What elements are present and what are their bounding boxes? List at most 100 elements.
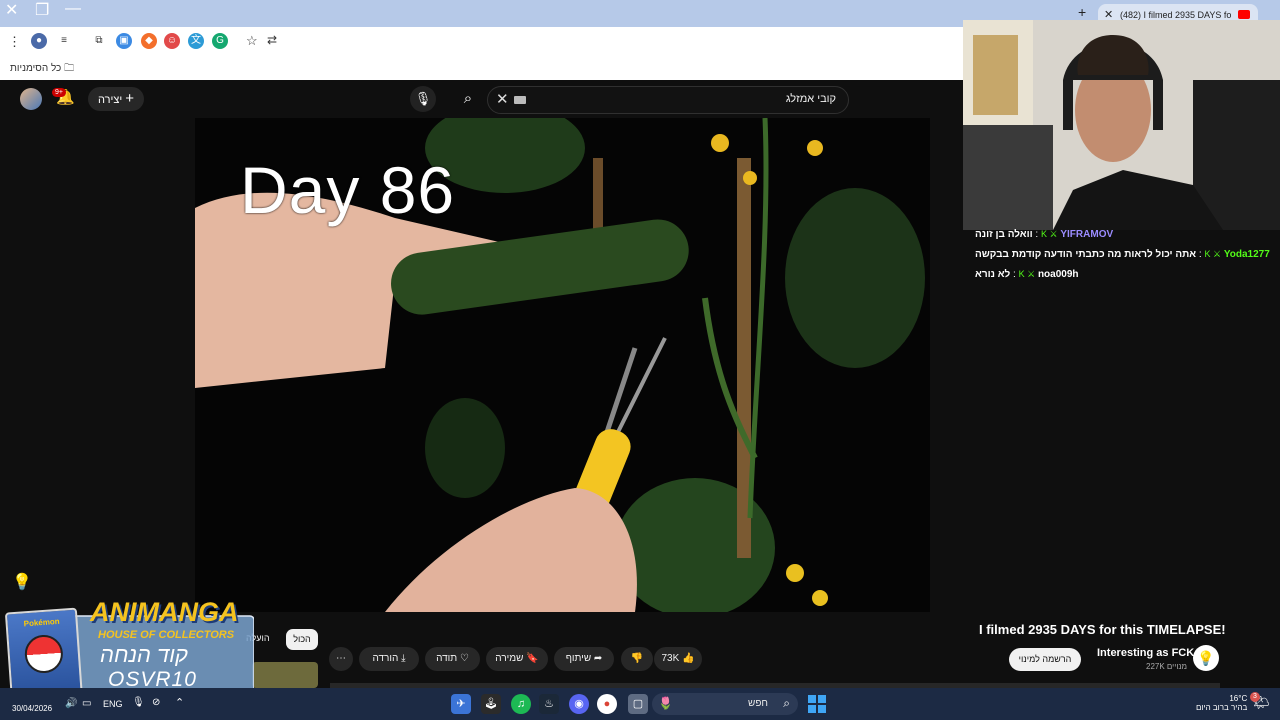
discount-code-label: קוד הנחה [100, 642, 188, 667]
chat-message: K ⚔ noa009h : לא נורא [975, 269, 1079, 280]
taskbar-task-view-icon[interactable]: ▢ [628, 694, 648, 714]
volume-icon[interactable]: 🔊 [65, 698, 77, 709]
all-bookmarks-link[interactable]: כל הסימניות 🗀 [10, 61, 74, 78]
bookmark-icon: 🔖 [526, 653, 539, 664]
chat-text: וואלה בן זונה [975, 229, 1033, 240]
windows-start-icon[interactable] [808, 695, 826, 713]
profile-avatar-icon[interactable]: ● [31, 33, 47, 49]
page-info-icon[interactable]: ⇄ [267, 33, 277, 47]
search-icon: ⌕ [463, 90, 473, 107]
chat-message: K ⚔ Yoda1277 : אתה יכול לראות מה כתבתי ה… [975, 249, 1270, 260]
weather-description: בהיר ברוב היום [1196, 703, 1248, 712]
stream-chat: K ⚔ YIFRAMOV : וואלה בן זונה K ⚔ Yoda127… [975, 224, 1275, 284]
keyboard-icon[interactable] [514, 96, 526, 104]
chat-text: אתה יכול לראות מה כתבתי הודעה קודמת בבקש… [975, 249, 1197, 260]
taskbar-search-input[interactable]: 🌷 חפש ⌕ [652, 693, 798, 715]
chevron-up-icon[interactable]: ⌃ [175, 696, 184, 709]
taskbar-app-spotify-icon[interactable]: ♫ [511, 694, 531, 714]
share-label: שיתוף [565, 653, 592, 664]
save-button[interactable]: שמירה 🔖 [486, 647, 548, 671]
extension-translate-icon[interactable]: 文 [188, 33, 204, 49]
subscribe-button[interactable]: הרשמה למינוי [1009, 648, 1081, 671]
download-label: הורדה [372, 653, 399, 664]
search-query: קובי אמזלג [785, 93, 836, 105]
chat-username: Yoda1277 [1223, 249, 1270, 260]
taskbar-app-joystick-icon[interactable]: 🕹 [481, 694, 501, 714]
video-overlay-text: Day 86 [240, 153, 456, 227]
recommended-thumbnail[interactable] [252, 662, 318, 688]
notifications-badge: 9+ [52, 88, 66, 97]
search-input[interactable]: ✕ קובי אמזלג [487, 86, 849, 114]
kick-badge-icon: K ⚔ [1204, 249, 1222, 259]
close-window-icon[interactable]: ✕ [5, 0, 18, 20]
extension-orange-icon[interactable]: ◆ [141, 33, 157, 49]
share-icon: ➦ [593, 653, 603, 664]
taskbar-date[interactable]: 30/04/2026 [12, 704, 52, 713]
taskbar-search-placeholder: חפש [748, 698, 768, 709]
create-button[interactable]: יצירה + [88, 87, 144, 111]
thanks-button[interactable]: תודה ♡ [425, 647, 480, 671]
avatar[interactable] [20, 88, 42, 110]
taskbar-app-telegram-icon[interactable]: ✈ [451, 694, 471, 714]
menu-kebab-icon[interactable]: ⋮ [8, 34, 21, 50]
thumbs-up-icon: 👍 [682, 653, 695, 664]
minimize-window-icon[interactable]: — [65, 0, 81, 18]
extensions-icon[interactable]: ⧉ [91, 33, 107, 49]
microphone-icon[interactable]: 🎙 [132, 697, 145, 708]
tulips-icon: 🌷 [658, 696, 673, 710]
channel-subscribers: 227K מנויים [1146, 662, 1188, 671]
download-button[interactable]: הורדה ⤓ [359, 647, 419, 671]
more-actions-button[interactable]: ⋯ [329, 647, 353, 671]
pokemon-card-label: Pokémon [23, 616, 60, 629]
kick-badge-icon: K ⚔ [1018, 269, 1036, 279]
lightbulb-icon: 💡 [1197, 650, 1215, 666]
taskbar-app-chrome-icon[interactable]: ● [597, 694, 617, 714]
plus-icon: + [125, 90, 135, 107]
channel-avatar[interactable]: 💡 [1193, 645, 1219, 671]
share-button[interactable]: שיתוף ➦ [554, 647, 614, 671]
voice-search-mic-icon[interactable]: 🎙 [410, 86, 436, 112]
search-icon: ⌕ [783, 696, 790, 710]
search-button[interactable]: ⌕ [448, 86, 488, 112]
tab-search-icon[interactable]: ≡ [56, 33, 72, 49]
lightbulb-icon: 💡 [12, 574, 32, 591]
bookmark-star-icon[interactable]: ☆ [246, 33, 258, 49]
dollar-heart-icon: ♡ [459, 653, 469, 664]
all-bookmarks-label: כל הסימניות [10, 63, 62, 74]
like-count: 73K [661, 653, 680, 664]
extension-screen-icon[interactable]: ▣ [116, 33, 132, 49]
tab-title: (482) I filmed 2935 DAYS for this TIMELA… [1120, 10, 1232, 20]
dislike-button[interactable]: 👎 [621, 647, 653, 671]
thanks-label: תודה [436, 653, 458, 664]
chat-username: YIFRAMOV [1060, 229, 1114, 240]
more-horizontal-icon: ⋯ [336, 653, 346, 664]
like-button[interactable]: 73K 👍 [654, 647, 702, 671]
webcam-frame [963, 20, 1280, 230]
channel-name[interactable]: Interesting as FCK [1097, 647, 1194, 659]
streamer-webcam [963, 20, 1280, 230]
extension-face-icon[interactable]: ☺ [164, 33, 180, 49]
chat-username: noa009h [1037, 269, 1079, 280]
folder-icon: 🗀 [64, 63, 75, 74]
chip-all[interactable]: הכול [286, 629, 318, 650]
taskbar-weather[interactable]: 16°C בהיר ברוב היום [1196, 694, 1247, 712]
thumbs-down-icon: 👎 [630, 653, 644, 664]
restore-window-icon[interactable]: ❐ [35, 0, 49, 20]
notification-count-badge: 3 [1250, 692, 1260, 702]
video-title: I filmed 2935 DAYS for this TIMELAPSE! [979, 622, 1226, 637]
clear-search-icon[interactable]: ✕ [496, 90, 509, 108]
taskbar-app-discord-icon[interactable]: ◉ [569, 694, 589, 714]
youtube-favicon-icon [1238, 10, 1250, 19]
language-indicator[interactable]: ENG [103, 699, 123, 709]
taskbar-app-steam-icon[interactable]: ♨ [539, 694, 559, 714]
network-icon[interactable]: ▭ [82, 698, 91, 709]
camera-off-icon[interactable]: ⊘ [152, 697, 160, 708]
kick-badge-icon: K ⚔ [1041, 229, 1058, 239]
extension-grammarly-icon[interactable]: G [212, 33, 228, 49]
pokeball-icon [23, 633, 65, 675]
download-icon: ⤓ [401, 653, 406, 664]
chat-message: K ⚔ YIFRAMOV : וואלה בן זונה [975, 229, 1114, 240]
address-bar[interactable] [286, 31, 966, 52]
chat-text: לא נורא [975, 269, 1011, 280]
new-tab-icon[interactable]: + [1078, 4, 1086, 20]
